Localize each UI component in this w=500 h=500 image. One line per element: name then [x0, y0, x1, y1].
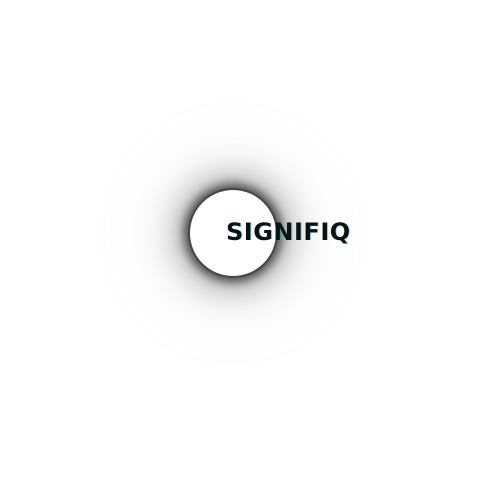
- splash-screen: SIGNIFIQ: [0, 0, 500, 500]
- brand-wordmark: SIGNIFIQ: [226, 218, 351, 246]
